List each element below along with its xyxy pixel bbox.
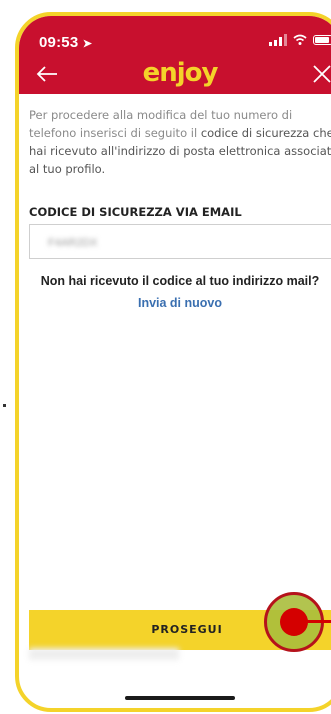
tap-pointer-line: [296, 620, 331, 623]
signal-icon: [269, 34, 287, 46]
security-code-value: F4AR2DX: [48, 237, 98, 249]
blurred-strip: [29, 648, 179, 660]
side-mark: [3, 404, 6, 407]
status-icons: [269, 34, 331, 46]
clock: 09:53: [39, 34, 79, 51]
close-icon[interactable]: [311, 64, 331, 84]
status-time: 09:53 ➤: [39, 34, 92, 51]
code-not-received-text: Non hai ricevuto il codice al tuo indiri…: [40, 274, 320, 288]
app-header: 09:53 ➤ enjoy: [19, 16, 331, 94]
wifi-icon: [293, 34, 307, 45]
intro-text: Per procedere alla modifica del tuo nume…: [29, 106, 331, 178]
battery-icon: [313, 35, 331, 45]
security-code-input[interactable]: F4AR2DX: [29, 224, 331, 259]
resend-link[interactable]: Invia di nuovo: [19, 296, 331, 310]
app-logo: enjoy: [142, 58, 219, 88]
location-arrow-icon: ➤: [82, 38, 93, 50]
code-field-label: CODICE DI SICUREZZA VIA EMAIL: [29, 205, 242, 219]
home-indicator[interactable]: [125, 696, 235, 700]
